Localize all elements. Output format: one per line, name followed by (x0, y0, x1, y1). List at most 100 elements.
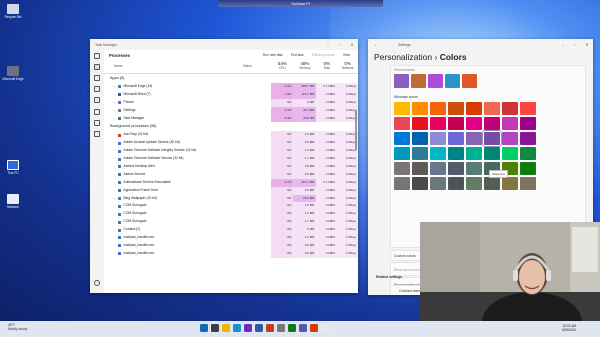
recent-color-swatch[interactable] (411, 74, 426, 88)
color-swatch[interactable] (394, 177, 410, 190)
recent-color-swatch[interactable] (394, 74, 409, 88)
color-swatch[interactable] (520, 117, 536, 130)
column-cpu[interactable]: 54% CPU (271, 60, 294, 73)
process-row[interactable]: › COM Surrogate 0% 1.3 MB 0 MB/s 0 Mbps (104, 210, 358, 219)
color-swatch[interactable] (430, 132, 446, 145)
process-row[interactable]: › csslipad_handler.exe 0% 0.9 MB 0 MB/s 0 Mbp… (104, 241, 358, 250)
process-row[interactable]: › AcroTray (32 bit) 0% 2.3 MB 0 MB/s 0 Mbps (104, 131, 358, 140)
color-swatch[interactable] (484, 117, 500, 130)
process-row[interactable]: › Antimalware Service Executable 2.2% 163.1… (104, 178, 358, 187)
excel-icon[interactable] (288, 324, 296, 332)
edge-icon[interactable] (233, 324, 241, 332)
minimize-icon[interactable]: – (322, 42, 334, 47)
color-swatch[interactable] (412, 162, 428, 175)
color-swatch[interactable] (448, 102, 464, 115)
color-swatch[interactable] (412, 177, 428, 190)
outlook-icon[interactable] (310, 324, 318, 332)
column-status[interactable]: Status (243, 60, 271, 73)
process-row[interactable]: › Microsoft Edge (19) 2.6% 468.7 MB 0.1 MB/s… (104, 83, 358, 91)
color-swatch[interactable] (412, 102, 428, 115)
back-arrow-icon[interactable]: ← (374, 42, 379, 48)
color-swatch[interactable] (520, 147, 536, 160)
color-swatch[interactable] (448, 147, 464, 160)
details-icon[interactable] (94, 119, 100, 126)
close-icon[interactable]: ✕ (581, 42, 593, 47)
scrollbar[interactable] (355, 110, 357, 150)
color-swatch[interactable] (466, 147, 482, 160)
color-swatch[interactable] (448, 162, 464, 175)
color-swatch[interactable] (412, 117, 428, 130)
run-new-task-button[interactable]: Run new task (263, 53, 283, 57)
column-memory[interactable]: 48% Memory (294, 60, 317, 73)
startup-apps-icon[interactable] (94, 97, 100, 104)
color-swatch[interactable] (466, 162, 482, 175)
file-explorer-icon[interactable] (222, 324, 230, 332)
color-swatch[interactable] (466, 177, 482, 190)
color-swatch[interactable] (394, 102, 410, 115)
color-swatch[interactable] (466, 102, 482, 115)
process-row[interactable]: › csslipad_handler.exe 0% 0.9 MB 0 MB/s 0 Mbp… (104, 249, 358, 258)
process-row[interactable]: › csslipad_handler.exe 0% 2.3 MB 0 MB/s 0 Mbp… (104, 234, 358, 242)
column-name[interactable]: Name (104, 60, 243, 73)
recent-color-swatch[interactable] (428, 74, 443, 88)
process-row[interactable]: › Task Manager 8.3% 40.8 MB 0 MB/s 0 Mbps (104, 114, 358, 123)
color-swatch[interactable] (448, 132, 464, 145)
color-swatch[interactable] (466, 117, 482, 130)
recent-color-swatch[interactable] (445, 74, 460, 88)
color-swatch[interactable] (430, 102, 446, 115)
onenote-icon[interactable] (299, 324, 307, 332)
store-icon[interactable] (321, 324, 329, 332)
settings-gear-icon[interactable] (94, 279, 100, 286)
color-swatch[interactable] (520, 177, 536, 190)
process-row[interactable]: › Akelius Desktop Alert 0% 0.8 MB 0 MB/s 0 Mb… (104, 163, 358, 171)
weather-widget[interactable]: 48°F Mostly cloudy (8, 323, 27, 331)
users-icon[interactable] (94, 108, 100, 115)
settings-icon[interactable] (277, 324, 285, 332)
process-row[interactable]: › COM Surrogate 0% 1.7 MB 0 MB/s 0 Mbps (104, 218, 358, 227)
color-swatch[interactable] (502, 117, 518, 130)
color-swatch[interactable] (520, 162, 536, 175)
color-swatch[interactable] (430, 162, 446, 175)
process-row[interactable]: › Adobe Genuine Software Integrity Servic… (104, 147, 358, 156)
process-row[interactable]: › Microsoft Word (7) 1.9% 118.7 MB 0 MB/s 0 M… (104, 90, 358, 99)
maximize-icon[interactable]: ▫ (334, 42, 346, 47)
apps-section-header[interactable]: Apps (5) (104, 74, 358, 83)
window-title-bar[interactable]: Surface Pi (218, 0, 383, 7)
maximize-icon[interactable]: ▫ (569, 42, 581, 47)
color-swatch[interactable] (448, 177, 464, 190)
start-icon[interactable] (200, 324, 208, 332)
process-row[interactable]: › COM Surrogate 0% 1.8 MB 0 MB/s 0 Mbps (104, 202, 358, 211)
color-swatch[interactable] (483, 131, 501, 146)
color-swatch[interactable] (394, 162, 410, 175)
color-swatch[interactable] (520, 132, 536, 145)
menu-icon[interactable] (94, 52, 100, 59)
performance-icon[interactable] (94, 74, 100, 81)
end-task-button[interactable]: End task (291, 53, 304, 57)
process-row[interactable]: › Application Frame Host 0% 5.6 MB 0 MB/s 0 M… (104, 186, 358, 195)
color-swatch[interactable] (430, 147, 446, 160)
color-swatch[interactable] (502, 102, 518, 115)
color-swatch[interactable] (484, 147, 500, 160)
color-swatch[interactable] (430, 177, 446, 190)
process-row[interactable]: › Adobe Genuine Software Service (32 bit)… (104, 155, 358, 164)
process-row[interactable]: › Photos 0% 0 MB 0 MB/s 0 Mbps (104, 98, 358, 107)
view-button[interactable]: View (343, 53, 350, 57)
color-swatch[interactable] (484, 102, 500, 115)
color-swatch[interactable] (394, 117, 410, 130)
efficiency-mode-button[interactable]: Efficiency mode (312, 53, 335, 57)
desktop-icon-edge[interactable]: Microsoft Edge (2, 66, 24, 81)
color-swatch[interactable] (502, 147, 518, 160)
app-history-icon[interactable] (94, 86, 100, 93)
process-row[interactable]: › Akelus Service 0% 0.6 MB 0 MB/s 0 Mbps (104, 170, 358, 179)
processes-icon[interactable] (94, 63, 100, 70)
services-icon[interactable] (94, 130, 100, 137)
color-swatch[interactable] (394, 147, 410, 160)
color-swatch[interactable] (502, 177, 518, 190)
column-network[interactable]: 0% Network (337, 60, 358, 73)
settings-title-bar[interactable]: Settings – ▫ ✕ (368, 39, 593, 50)
minimize-icon[interactable]: – (557, 42, 569, 47)
color-swatch[interactable] (520, 102, 536, 115)
column-disk[interactable]: 0% Disk (316, 60, 337, 73)
color-swatch[interactable] (448, 117, 464, 130)
teams-icon[interactable] (244, 324, 252, 332)
